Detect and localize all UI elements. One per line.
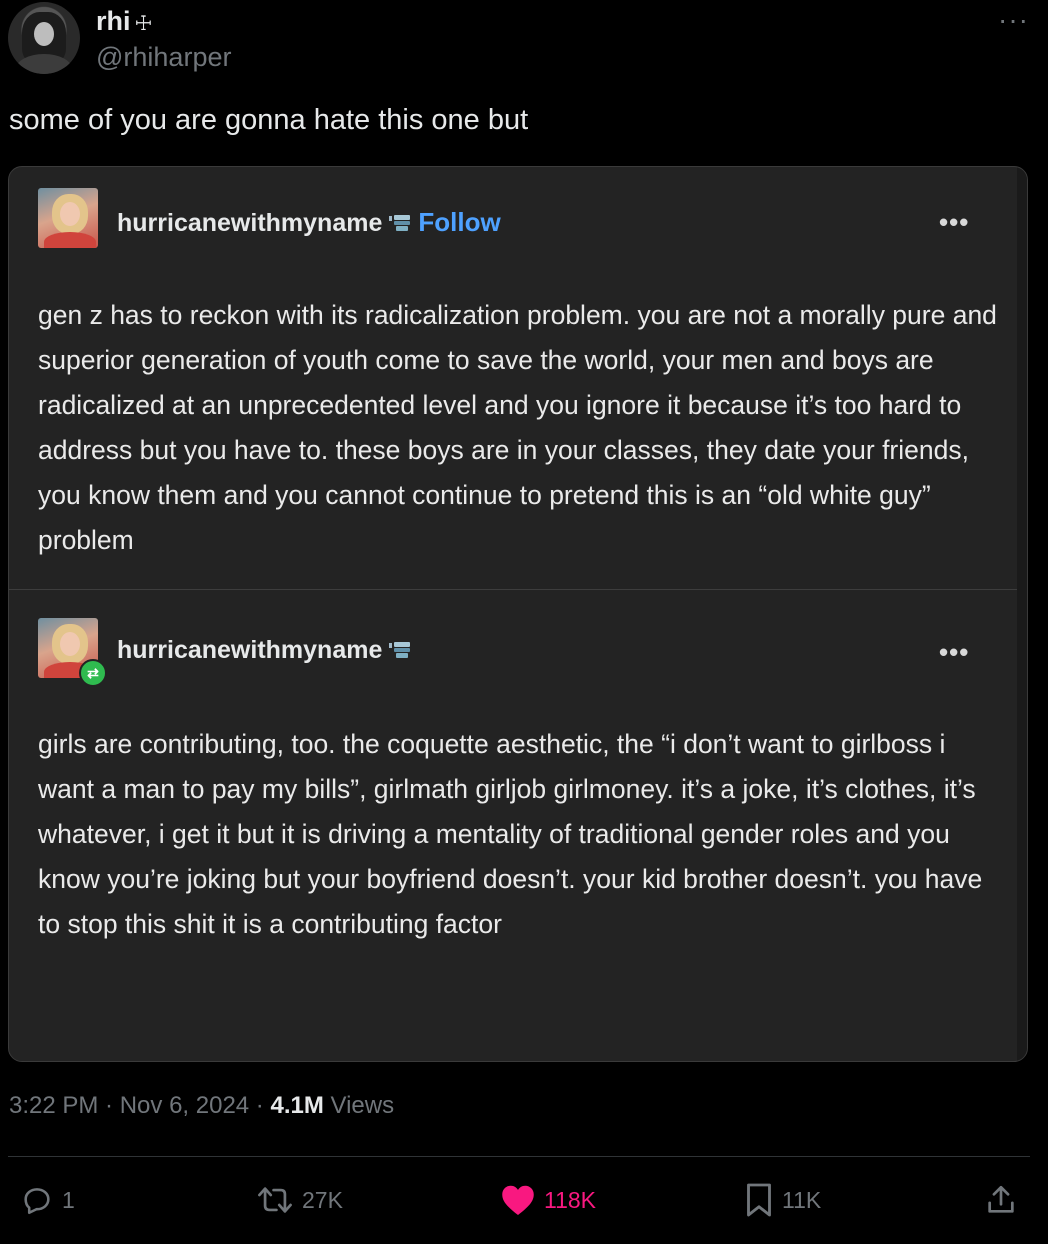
follow-link: Follow <box>418 207 501 237</box>
post1-username: hurricanewithmyname <box>117 209 383 237</box>
more-options-icon[interactable]: ··· <box>998 4 1029 36</box>
heart-icon <box>502 1185 534 1215</box>
tweet-text: some of you are gonna hate this one but <box>9 104 529 136</box>
reply-button[interactable]: 1 <box>20 1180 75 1220</box>
repost-button[interactable]: 27K <box>256 1180 343 1220</box>
author-avatar[interactable] <box>8 2 80 74</box>
like-button[interactable]: 118K <box>500 1180 596 1220</box>
card-edge <box>1017 167 1027 1061</box>
bookmark-icon <box>747 1183 771 1217</box>
meta-divider <box>8 1156 1030 1157</box>
bookmark-button[interactable]: 11K <box>744 1180 821 1220</box>
views-label: Views <box>323 1092 395 1119</box>
post1-avatar <box>38 188 98 248</box>
cross-glyph-icon: ☩ <box>134 13 153 35</box>
tweet-meta: 3:22 PM · Nov 6, 2024 · 4.1M Views <box>9 1092 394 1120</box>
tweet-date[interactable]: Nov 6, 2024 <box>120 1092 249 1119</box>
repost-icon <box>258 1187 292 1213</box>
share-icon <box>988 1185 1014 1213</box>
post2-header: hurricanewithmyname <box>117 636 412 665</box>
reply-count: 1 <box>62 1186 75 1213</box>
post2-body: girls are contributing, too. the coquett… <box>38 729 983 939</box>
post1-header: hurricanewithmyname Follow <box>117 207 501 238</box>
post-divider <box>9 589 1017 590</box>
like-count: 118K <box>544 1186 597 1213</box>
badge-icon <box>388 640 412 660</box>
bookmark-count: 11K <box>782 1186 822 1213</box>
share-button[interactable] <box>984 1180 1018 1220</box>
meta-separator: · <box>98 1092 120 1119</box>
post2-more-icon: ••• <box>939 637 970 667</box>
post1-more-icon: ••• <box>939 207 970 237</box>
badge-icon <box>388 213 412 233</box>
reblog-icon: ⇄ <box>79 659 107 687</box>
post2-username: hurricanewithmyname <box>117 636 383 664</box>
display-name-text: rhi <box>96 6 131 36</box>
tweet-time[interactable]: 3:22 PM <box>9 1092 98 1119</box>
author-display-name[interactable]: rhi ☩ <box>96 6 152 37</box>
meta-separator: · <box>249 1092 271 1119</box>
post1-body: gen z has to reckon with its radicalizat… <box>38 300 997 555</box>
views-count: 4.1M <box>270 1092 324 1119</box>
author-handle[interactable]: @rhiharper <box>96 42 231 73</box>
reply-icon <box>24 1188 50 1215</box>
repost-count: 27K <box>302 1186 343 1213</box>
embedded-image-card[interactable]: hurricanewithmyname Follow ••• gen z has … <box>8 166 1028 1062</box>
